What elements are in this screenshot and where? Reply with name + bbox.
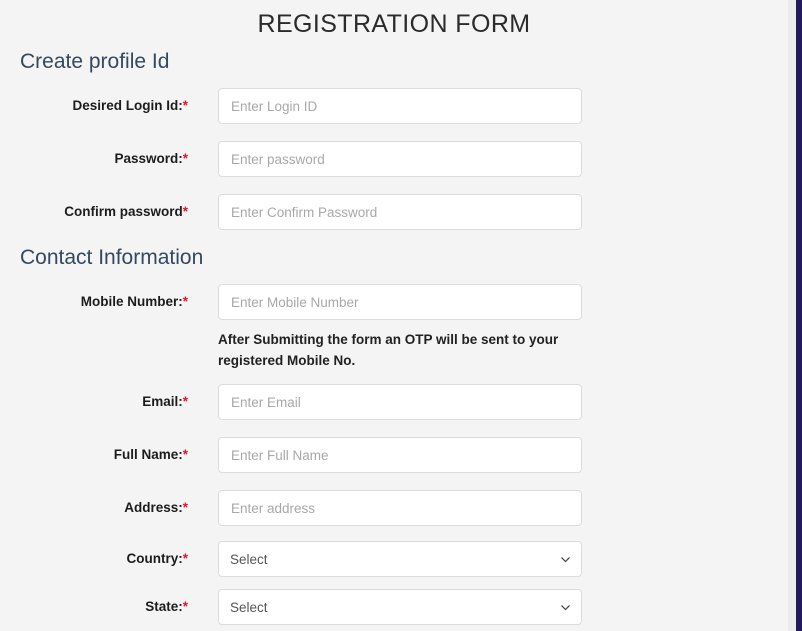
label-password-text: Password: [114,151,183,166]
full-name-input[interactable] [218,437,582,473]
label-full-name-text: Full Name: [113,447,183,462]
field-row-full-name: Full Name:* [0,437,788,473]
required-asterisk: * [182,551,188,566]
label-state: State:* [0,589,188,625]
label-confirm-password-text: Confirm password [64,204,183,219]
right-edge-accent-strip [796,0,802,631]
section-heading-profile: Create profile Id [20,50,170,73]
password-input[interactable] [218,141,582,177]
label-login-id: Desired Login Id:* [0,88,188,124]
viewport-edge-gap [788,0,796,631]
field-row-password: Password:* [0,141,788,177]
label-confirm-password: Confirm password* [0,194,188,230]
address-input[interactable] [218,490,582,526]
required-asterisk: * [182,151,188,166]
login-id-input[interactable] [218,88,582,124]
field-row-login-id: Desired Login Id:* [0,88,788,124]
page-title: REGISTRATION FORM [257,10,531,38]
email-field[interactable] [218,384,582,420]
mobile-number-input[interactable] [218,284,582,320]
country-select-wrap: Select [218,541,582,577]
required-asterisk: * [182,204,188,219]
label-full-name: Full Name:* [0,437,188,473]
required-asterisk: * [182,98,188,113]
required-asterisk: * [182,599,188,614]
required-asterisk: * [182,447,188,462]
label-email: Email:* [0,384,188,420]
field-row-country: Country:* Select [0,541,788,577]
required-asterisk: * [182,500,188,515]
label-address-text: Address: [124,500,183,515]
field-row-address: Address:* [0,490,788,526]
required-asterisk: * [182,394,188,409]
label-country-text: Country: [126,551,183,566]
state-select[interactable]: Select [218,589,582,625]
label-address: Address:* [0,490,188,526]
label-mobile-number-text: Mobile Number: [80,294,183,309]
state-select-wrap: Select [218,589,582,625]
section-heading-contact: Contact Information [20,246,204,269]
field-row-email: Email:* [0,384,788,420]
label-mobile-number: Mobile Number:* [0,284,188,320]
country-select[interactable]: Select [218,541,582,577]
registration-form-page: REGISTRATION FORM Create profile Id Desi… [0,0,788,631]
field-row-state: State:* Select [0,589,788,625]
required-asterisk: * [182,294,188,309]
confirm-password-input[interactable] [218,194,582,230]
otp-help-text: After Submitting the form an OTP will be… [218,332,559,368]
field-row-confirm-password: Confirm password* [0,194,788,230]
field-row-mobile-number: Mobile Number:* [0,284,788,320]
label-country: Country:* [0,541,188,577]
label-state-text: State: [145,599,183,614]
label-password: Password:* [0,141,188,177]
label-login-id-text: Desired Login Id: [72,98,183,113]
label-email-text: Email: [142,394,183,409]
